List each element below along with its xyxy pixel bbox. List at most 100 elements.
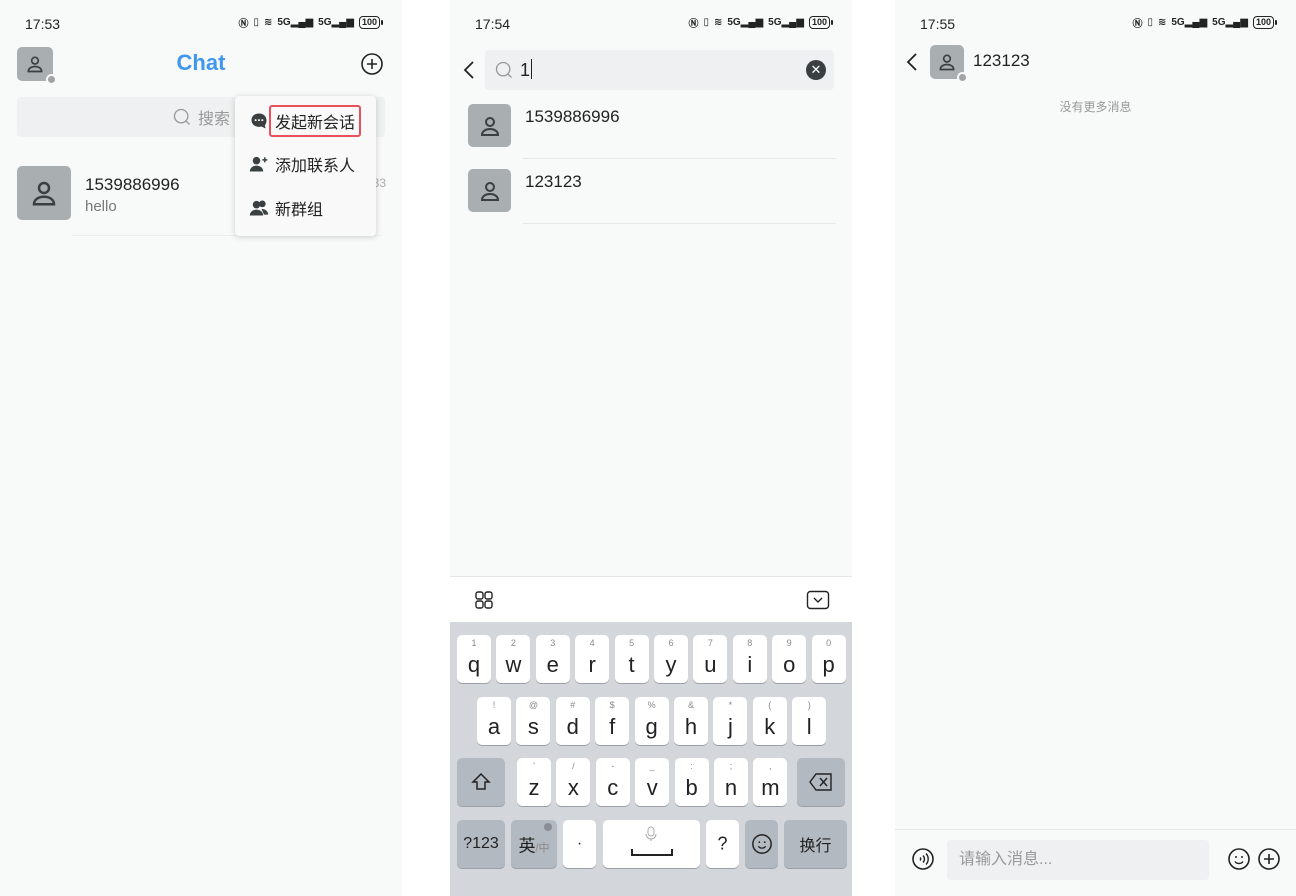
key-secondary-label: 0 <box>826 638 832 648</box>
search-result-item[interactable]: 1539886996 <box>450 94 852 159</box>
key-l[interactable]: ) l <box>792 697 827 745</box>
key-f[interactable]: $ f <box>595 697 630 745</box>
key-label: k <box>764 714 776 739</box>
key-c[interactable]: -c <box>595 758 630 806</box>
result-name: 1539886996 <box>525 107 620 126</box>
voice-icon[interactable] <box>911 847 935 871</box>
key-secondary-label: 6 <box>668 638 674 648</box>
key-secondary-label: , <box>769 761 772 771</box>
emoji-icon[interactable] <box>1227 847 1251 871</box>
back-chevron-icon[interactable] <box>905 52 919 72</box>
key-q[interactable]: 1q <box>457 635 491 683</box>
battery-icon: 100 <box>808 16 834 29</box>
hide-keyboard-icon[interactable] <box>806 590 830 610</box>
nfc-icon: Ⓝ <box>1132 19 1143 30</box>
message-input[interactable] <box>947 840 1209 880</box>
text-caret <box>531 59 533 79</box>
key-label: r <box>588 652 596 677</box>
menu-item-new-group[interactable]: 新群组 <box>235 188 376 228</box>
key-secondary-label: @ <box>528 700 538 710</box>
space-bar-icon <box>631 849 673 856</box>
vibrate-icon: ▯ <box>1147 17 1153 28</box>
search-result-item[interactable]: 123123 <box>450 159 852 224</box>
key-label: h <box>684 714 698 739</box>
key-label: d <box>566 714 579 739</box>
contact-avatar[interactable] <box>930 45 968 83</box>
menu-item-new-conversation[interactable]: 发起新会话 <box>235 101 376 141</box>
battery-icon: 100 <box>1252 16 1278 29</box>
key-o[interactable]: 9o <box>772 635 807 683</box>
add-user-icon <box>249 156 268 172</box>
person-icon <box>480 116 499 136</box>
key-s[interactable]: @ s <box>516 697 551 745</box>
globe-icon <box>544 823 552 831</box>
key-secondary-label: / <box>572 761 575 771</box>
key-n[interactable]: ; n <box>714 758 748 806</box>
key-secondary-label: ' <box>533 761 535 771</box>
key-y[interactable]: 6y <box>654 635 688 683</box>
key-h[interactable]: & h <box>674 697 708 745</box>
add-circle-icon[interactable] <box>360 52 384 76</box>
back-chevron-icon[interactable] <box>462 60 476 80</box>
status-time: 17:55 <box>920 16 956 32</box>
key-v[interactable]: _ v <box>635 758 670 806</box>
enter-key[interactable]: 换行 <box>784 820 847 868</box>
key-secondary-label: ) <box>807 700 811 710</box>
backspace-icon <box>809 773 832 791</box>
key-label: i <box>747 652 753 677</box>
key-secondary-label: 9 <box>786 638 792 648</box>
menu-item-add-contact[interactable]: 添加联系人 <box>235 144 376 184</box>
contact-avatar <box>17 166 71 220</box>
backspace-key[interactable] <box>797 758 845 806</box>
key-u[interactable]: 7u <box>693 635 728 683</box>
key-x[interactable]: / x <box>556 758 591 806</box>
key-r[interactable]: 4r <box>575 635 610 683</box>
grid-menu-icon[interactable] <box>474 590 494 610</box>
language-switch-key[interactable]: 英/中 <box>511 820 557 868</box>
keyboard-toolbar <box>450 576 852 622</box>
numbers-key[interactable]: ?123 <box>457 820 505 868</box>
key-z[interactable]: ' z <box>517 758 551 806</box>
key-secondary-label: $ <box>609 700 615 710</box>
key-p[interactable]: 0p <box>811 635 846 683</box>
key-k[interactable]: (k <box>752 697 787 745</box>
status-bar: 17:53 Ⓝ ▯ ≋ 5G▂▄▆ 5G▂▄▆ 100 <box>0 0 402 48</box>
add-circle-icon[interactable] <box>1257 847 1281 871</box>
question-key[interactable]: ? <box>706 820 739 868</box>
result-name: 123123 <box>525 172 582 191</box>
divider <box>523 223 836 224</box>
key-label: 换行 <box>799 838 832 855</box>
app-title: Chat <box>176 50 226 75</box>
wifi-icon: ≋ <box>713 17 723 28</box>
key-a[interactable]: ! a <box>477 697 511 745</box>
dot-key[interactable]: · <box>563 820 596 868</box>
key-secondary-label: ! <box>492 700 496 710</box>
key-t[interactable]: 5t <box>614 635 649 683</box>
key-label: p <box>822 652 835 677</box>
key-label: 英/中 <box>511 832 557 857</box>
space-key[interactable] <box>603 820 700 868</box>
key-i[interactable]: 8i <box>732 635 767 683</box>
search-input[interactable]: 1 ✕ <box>485 50 834 90</box>
key-j[interactable]: * j <box>713 697 748 745</box>
key-label: u <box>704 652 717 677</box>
menu-item-label: 新群组 <box>275 202 324 219</box>
key-label: ? <box>717 833 728 854</box>
key-label: · <box>576 835 583 852</box>
key-label: ?123 <box>463 835 499 852</box>
key-g[interactable]: % g <box>634 697 669 745</box>
key-e[interactable]: 3e <box>535 635 570 683</box>
key-label: l <box>806 714 812 739</box>
key-label: j <box>727 714 733 739</box>
key-d[interactable]: # d <box>555 697 590 745</box>
clear-icon[interactable]: ✕ <box>806 60 826 80</box>
shift-key[interactable] <box>457 758 505 806</box>
key-m[interactable]: ,m <box>753 758 788 806</box>
key-secondary-label: ( <box>768 700 772 710</box>
emoji-key[interactable] <box>745 820 778 868</box>
key-secondary-label: % <box>647 700 656 710</box>
key-label: m <box>761 775 780 800</box>
key-b[interactable]: :b <box>674 758 709 806</box>
conversation-name: 1539886996 <box>85 175 180 194</box>
key-w[interactable]: 2w <box>496 635 531 683</box>
